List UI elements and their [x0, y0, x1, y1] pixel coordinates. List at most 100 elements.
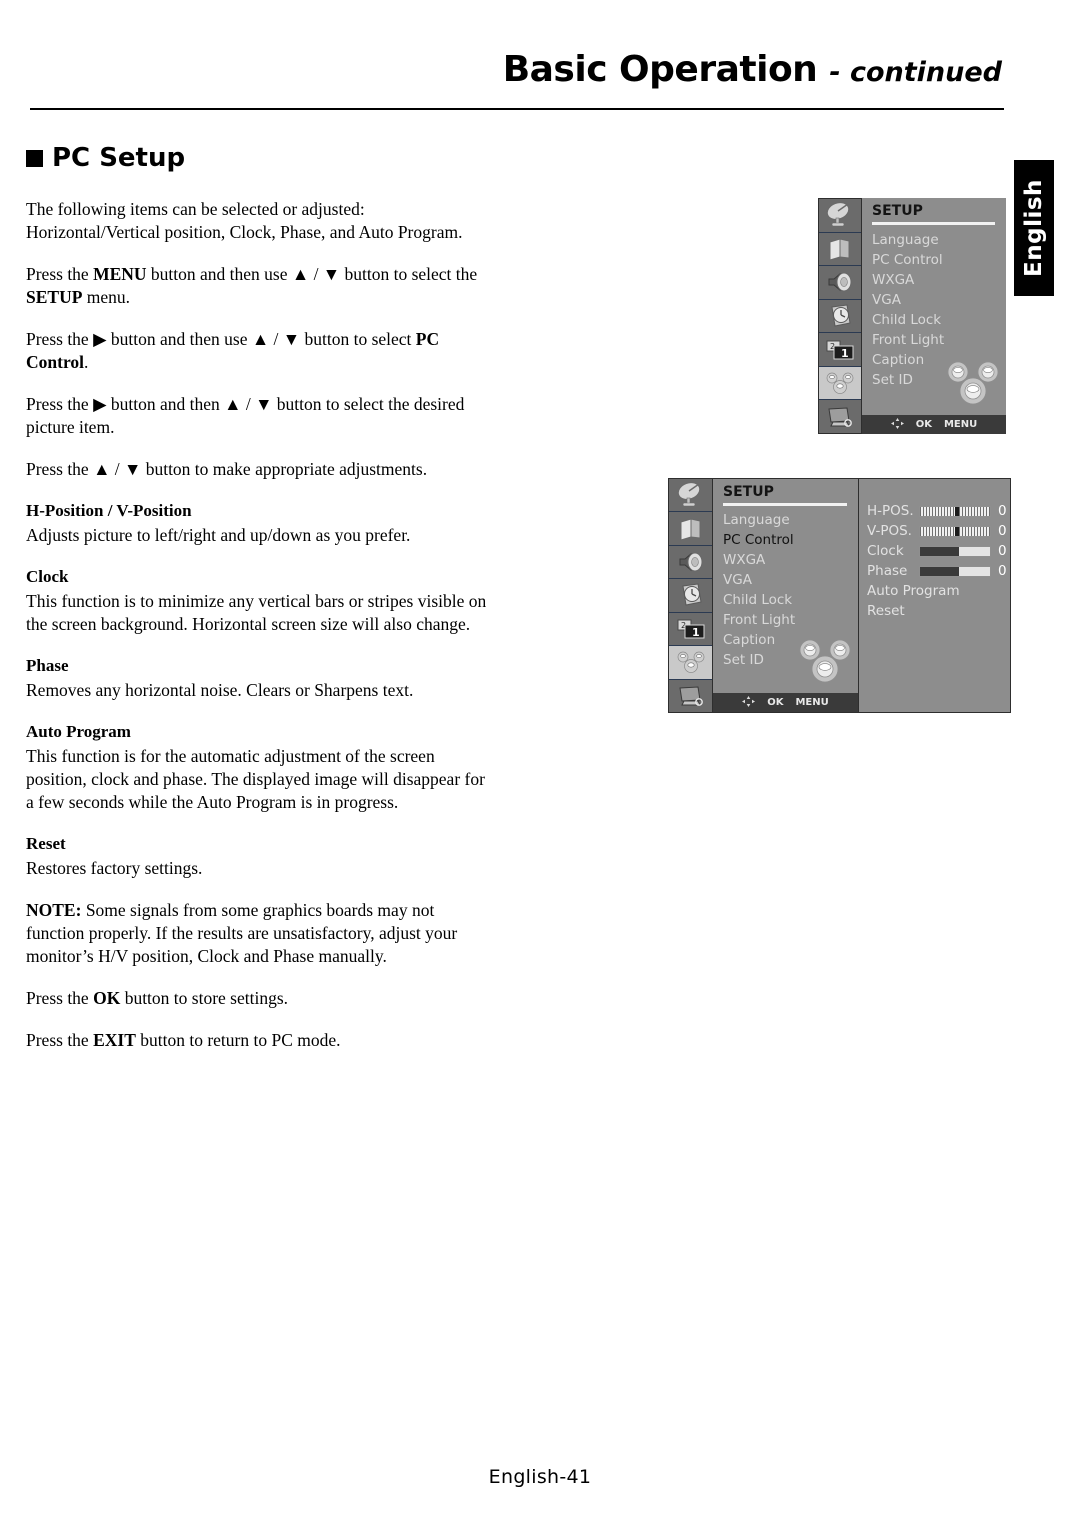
osd-slider-h-pos[interactable]	[919, 505, 991, 517]
osd-adjust-row-phase[interactable]: Phase 0	[859, 561, 1010, 581]
clock-icon	[669, 579, 712, 613]
osd-menu-item-set-id[interactable]: Set ID	[723, 650, 858, 670]
section-heading-label: PC Setup	[52, 143, 186, 173]
osd-adjust-label-clock: Clock	[867, 543, 904, 559]
satellite-dish-icon	[819, 199, 861, 233]
step-menu-paragraph: Press the MENU button and then use ▲ / ▼…	[26, 263, 496, 309]
four-way-arrows-icon	[890, 417, 904, 432]
press-ok-pre: Press the	[26, 988, 94, 1008]
press-ok-end: button to store settings.	[120, 988, 289, 1008]
note-paragraph: NOTE: Some signals from some graphics bo…	[26, 899, 496, 968]
osd-menu-item-pc-control[interactable]: PC Control	[723, 530, 858, 550]
page-title: Basic Operation - continued	[503, 52, 1002, 88]
step-menu-end: menu.	[82, 287, 131, 307]
press-exit-pre: Press the	[26, 1030, 94, 1050]
heading-h-position: H-Position / V-Position	[26, 501, 192, 520]
osd-title-underline	[872, 222, 995, 225]
step-picture-item-paragraph: Press the ▶ button and then ▲ / ▼ button…	[26, 394, 465, 437]
osd-menu-item-front-light[interactable]: Front Light	[872, 330, 1006, 350]
osd-adjust-value-v-pos: 0	[998, 523, 1007, 539]
intro-paragraph: The following items can be selected or a…	[26, 199, 463, 242]
osd-menu-label[interactable]: MENU	[795, 697, 828, 708]
step-menu-menu-key: MENU	[93, 264, 147, 284]
monitor-search-icon	[669, 679, 712, 712]
osd-menu-item-front-light[interactable]: Front Light	[723, 610, 858, 630]
osd-menu-list: Language PC Control WXGA VGA Child Lock …	[862, 229, 1006, 390]
osd-title-2: SETUP	[723, 484, 774, 500]
osd-menu-item-child-lock[interactable]: Child Lock	[723, 590, 858, 610]
osd-menu-item-language[interactable]: Language	[872, 230, 1006, 250]
osd-adjust-value-clock: 0	[998, 543, 1007, 559]
osd-bottom-bar: OK MENU	[862, 415, 1006, 434]
page-number-label: English-41	[488, 1466, 592, 1488]
osd-menu-item-wxga[interactable]: WXGA	[723, 550, 858, 570]
osd-menu-item-vga[interactable]: VGA	[723, 570, 858, 590]
osd-menu-item-child-lock[interactable]: Child Lock	[872, 310, 1006, 330]
step-adjust-paragraph: Press the ▲ / ▼ button to make appropria…	[26, 459, 428, 479]
heading-phase: Phase	[26, 656, 69, 675]
osd-pc-control-submenu-screenshot: 21 SETUP Language PC Control WXGA VGA Ch…	[668, 478, 1013, 713]
bullet-square-icon	[26, 149, 43, 167]
speaker-icon	[819, 266, 861, 300]
osd-adjust-row-clock[interactable]: Clock 0	[859, 541, 1010, 561]
step-pccontrol-paragraph: Press the ▶ button and then use ▲ / ▼ bu…	[26, 328, 496, 374]
osd-menu-item-caption[interactable]: Caption	[872, 350, 1006, 370]
gears-setup-icon	[669, 646, 712, 680]
svg-text:1: 1	[692, 626, 700, 639]
osd-menu-item-set-id[interactable]: Set ID	[872, 370, 1006, 390]
section-heading: PC Setup	[26, 145, 185, 171]
osd-ok-label[interactable]: OK	[767, 697, 783, 708]
language-side-tab-label: English	[1021, 179, 1048, 277]
text-reset: Restores factory settings.	[26, 858, 203, 878]
osd-adjust-label-h-pos: H-POS.	[867, 503, 914, 519]
osd-menu-item-vga[interactable]: VGA	[872, 290, 1006, 310]
body-content: The following items can be selected or a…	[26, 198, 496, 1071]
four-way-arrows-icon	[742, 695, 756, 710]
text-h-position: Adjusts picture to left/right and up/dow…	[26, 525, 411, 545]
step-menu-setup-key: SETUP	[26, 287, 83, 307]
picture-screen-icon	[669, 512, 712, 546]
osd-title-underline-2	[723, 503, 847, 506]
satellite-dish-icon	[669, 479, 712, 513]
page-title-main: Basic Operation	[502, 49, 818, 90]
text-clock: This function is to minimize any vertica…	[26, 591, 487, 634]
osd-submenu-item-reset[interactable]: Reset	[859, 601, 1010, 621]
osd-sidebar: 21	[818, 198, 862, 434]
osd-menu-item-caption[interactable]: Caption	[723, 630, 858, 650]
pip-icon: 21	[819, 333, 861, 367]
picture-screen-icon	[819, 232, 861, 267]
osd-menu-item-language[interactable]: Language	[723, 510, 858, 530]
osd-adjust-row-v-pos[interactable]: V-POS. 0	[859, 521, 1010, 541]
press-exit-paragraph: Press the EXIT button to return to PC mo…	[26, 1029, 496, 1052]
page-title-sub: - continued	[829, 57, 1002, 88]
heading-clock: Clock	[26, 567, 69, 586]
osd-menu-list-2: Language PC Control WXGA VGA Child Lock …	[713, 510, 858, 670]
osd-adjust-value-phase: 0	[998, 563, 1007, 579]
step-menu-pre: Press the	[26, 264, 94, 284]
osd-bottom-bar-2: OK MENU	[713, 693, 858, 712]
page-footer: English-41	[0, 1466, 1080, 1488]
press-exit-key: EXIT	[93, 1030, 136, 1050]
osd-adjust-row-h-pos[interactable]: H-POS. 0	[859, 501, 1010, 521]
header-divider	[30, 108, 1004, 110]
osd-slider-phase[interactable]	[919, 565, 991, 577]
language-side-tab: English	[1014, 160, 1054, 296]
osd-menu-panel-2: SETUP Language PC Control WXGA VGA Child…	[713, 478, 858, 713]
osd-ok-label[interactable]: OK	[916, 419, 932, 430]
osd-submenu-item-auto-program[interactable]: Auto Program	[859, 581, 1010, 601]
press-ok-paragraph: Press the OK button to store settings.	[26, 987, 496, 1010]
osd-slider-v-pos[interactable]	[919, 525, 991, 537]
osd-adjust-value-h-pos: 0	[998, 503, 1007, 519]
gears-setup-icon	[819, 366, 861, 401]
osd-menu-label[interactable]: MENU	[944, 419, 977, 430]
heading-auto-program: Auto Program	[26, 722, 131, 741]
osd-menu-item-pc-control[interactable]: PC Control	[872, 250, 1006, 270]
osd-slider-clock[interactable]	[919, 545, 991, 557]
pip-icon: 21	[669, 612, 712, 647]
monitor-search-icon	[819, 400, 861, 434]
osd-menu-item-wxga[interactable]: WXGA	[872, 270, 1006, 290]
osd-adjust-label-v-pos: V-POS.	[867, 523, 912, 539]
note-text: Some signals from some graphics boards m…	[26, 900, 458, 966]
osd-submenu-panel: H-POS. 0 V-POS. 0 Clock 0 Phase 0 Auto P…	[858, 478, 1011, 713]
text-phase: Removes any horizontal noise. Clears or …	[26, 680, 414, 700]
